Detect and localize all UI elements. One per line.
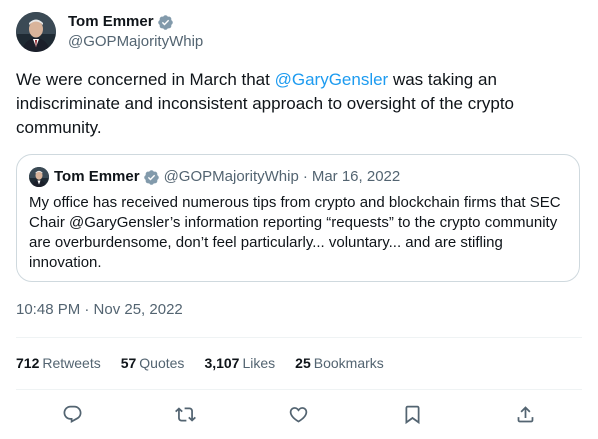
- bookmarks-count: 25: [295, 355, 311, 371]
- quote-header: Tom Emmer @GOPMajorityWhip · Mar 16, 202…: [29, 167, 400, 187]
- likes-label: Likes: [242, 355, 276, 371]
- author-name-row: Tom Emmer: [68, 12, 203, 32]
- quote-author-avatar: [29, 167, 49, 187]
- quote-date: Mar 16, 2022: [311, 168, 401, 185]
- quote-text: My office has received numerous tips fro…: [29, 194, 561, 271]
- like-icon: [290, 406, 308, 423]
- bookmarks-label: Bookmarks: [313, 355, 384, 371]
- author-info: Tom Emmer @GOPMajorityWhip: [68, 12, 203, 52]
- action-bar: [16, 398, 582, 430]
- quote-author-name: Tom Emmer: [54, 168, 140, 185]
- share-icon: [517, 405, 534, 422]
- tweet-card: Tom Emmer @GOPMajorityWhip We were conce…: [0, 0, 598, 439]
- quotes-stat[interactable]: 57 Quotes: [121, 353, 185, 373]
- tweet-header: Tom Emmer @GOPMajorityWhip: [16, 12, 203, 52]
- tweet-text: We were concerned in March that @GaryGen…: [16, 68, 582, 140]
- reply-button[interactable]: [56, 397, 90, 431]
- quote-verified-badge-icon: [143, 169, 160, 186]
- bookmark-icon: [405, 405, 420, 424]
- retweets-stat[interactable]: 712 Retweets: [16, 353, 101, 373]
- retweet-button[interactable]: [169, 397, 203, 431]
- author-avatar[interactable]: [16, 12, 56, 52]
- bookmarks-stat[interactable]: 25 Bookmarks: [295, 353, 384, 373]
- retweets-count: 712: [16, 355, 40, 371]
- author-handle[interactable]: @GOPMajorityWhip: [68, 32, 203, 52]
- tweet-text-before: We were concerned in March that: [16, 70, 275, 89]
- verified-badge-icon: [157, 14, 174, 31]
- tweet-timestamp[interactable]: 10:48 PM · Nov 25, 2022: [16, 300, 183, 320]
- bookmark-button[interactable]: [395, 397, 429, 431]
- share-button[interactable]: [508, 397, 542, 431]
- quotes-count: 57: [120, 355, 137, 371]
- mention-link[interactable]: @GaryGensler: [275, 70, 389, 89]
- likes-count: 3,107: [204, 355, 240, 371]
- reply-icon: [63, 405, 82, 423]
- quotes-label: Quotes: [139, 355, 185, 371]
- retweets-label: Retweets: [42, 355, 101, 371]
- tweet-stats: 712 Retweets 57 Quotes 3,107 Likes 25 Bo…: [16, 353, 404, 373]
- like-button[interactable]: [282, 397, 316, 431]
- divider-bottom: [16, 389, 582, 390]
- divider-top: [16, 337, 582, 338]
- author-name[interactable]: Tom Emmer: [68, 12, 154, 32]
- quote-separator: ·: [302, 168, 308, 185]
- quote-tweet[interactable]: Tom Emmer @GOPMajorityWhip · Mar 16, 202…: [16, 154, 580, 282]
- retweet-icon: [175, 406, 197, 422]
- quote-author-handle: @GOPMajorityWhip: [163, 168, 299, 185]
- likes-stat[interactable]: 3,107 Likes: [204, 353, 275, 373]
